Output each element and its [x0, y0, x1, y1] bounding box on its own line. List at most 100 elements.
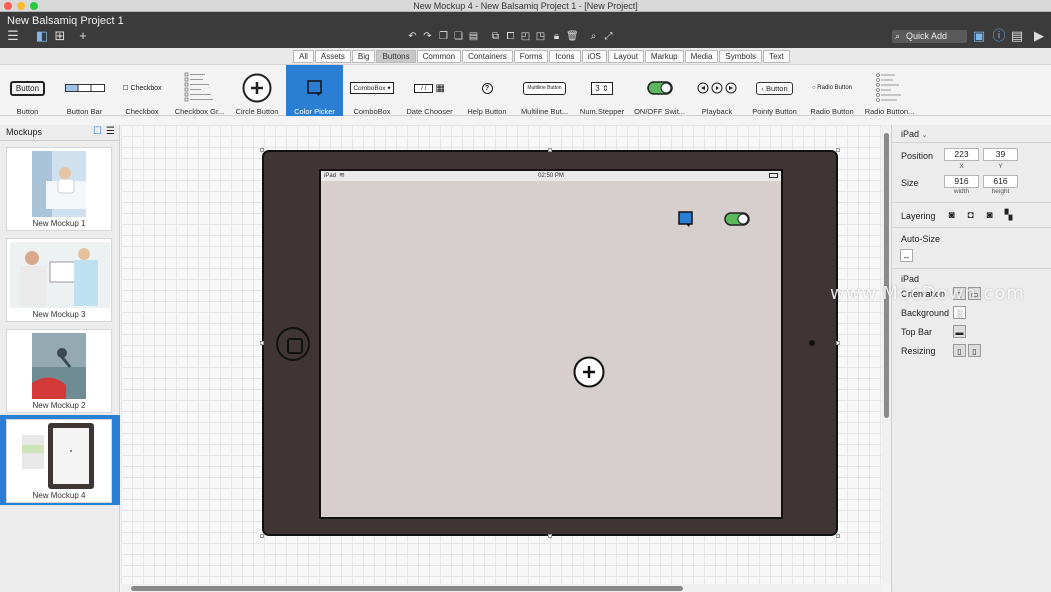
ipad-screen[interactable]: iPad ≋ 02:50 PM	[319, 169, 783, 519]
background-color-icon[interactable]: ░	[953, 306, 966, 319]
mockup-4-image	[22, 423, 94, 489]
bring-forward-icon[interactable]: ◘	[964, 209, 977, 222]
lib-item-button-bar[interactable]: Button Bar	[56, 65, 113, 116]
resize-handle[interactable]	[260, 341, 264, 345]
ipad-home-button	[276, 327, 310, 361]
clipboard-icon[interactable]: ▤	[468, 31, 479, 42]
resize-handle[interactable]	[836, 341, 840, 345]
undo-icon[interactable]: ↶	[407, 31, 418, 42]
trash-icon[interactable]: 🗑︎	[566, 31, 579, 42]
list-view-icon[interactable]: ☰	[106, 126, 115, 137]
resize-handle[interactable]	[836, 148, 840, 152]
bring-to-front-icon[interactable]: ◙	[945, 209, 958, 222]
canvas-horizontal-scrollbar[interactable]	[121, 584, 882, 592]
info-icon[interactable]: ⓘ	[992, 29, 1006, 43]
filter-tab-media[interactable]: Media	[684, 50, 719, 63]
redo-icon[interactable]: ↷	[422, 31, 433, 42]
send-back-icon[interactable]: ◳	[535, 31, 546, 42]
component-filter-bar: All Assets Big Buttons Common Containers Forms…	[0, 48, 1051, 65]
notes-icon[interactable]: ▤	[1010, 29, 1024, 43]
lib-item-circle-button[interactable]: Circle Button	[229, 65, 285, 116]
lib-item-num-stepper[interactable]: 3 ⇕ Num.Stepper	[574, 65, 630, 116]
grid-view-icon[interactable]: ⊞	[53, 29, 67, 43]
filter-tab-common[interactable]: Common	[416, 50, 462, 63]
search-icon[interactable]: ⌕	[588, 31, 599, 42]
fullscreen-icon[interactable]: ⤢	[603, 31, 614, 42]
lib-item-color-picker[interactable]: Color Picker	[286, 65, 343, 116]
mockups-panel-title: Mockups	[6, 127, 43, 137]
lib-item-on-off-switch[interactable]: ON/OFF Swit...	[631, 65, 688, 116]
filter-tab-symbols[interactable]: Symbols	[719, 50, 763, 63]
height-field[interactable]: 616	[983, 175, 1018, 188]
thumbnail-view-icon[interactable]: ☐	[93, 126, 102, 137]
resize-landscape-icon[interactable]: ▯	[968, 344, 981, 357]
lock-icon[interactable]: 🔒︎	[551, 31, 562, 42]
filter-tab-text[interactable]: Text	[763, 50, 790, 63]
y-field[interactable]: 39	[983, 148, 1018, 161]
x-field[interactable]: 223	[944, 148, 979, 161]
ungroup-icon[interactable]: ⧠	[505, 31, 516, 42]
resize-portrait-icon[interactable]: ▯	[953, 344, 966, 357]
canvas-vertical-scrollbar[interactable]	[882, 125, 891, 584]
ui-library-icon[interactable]: ▣	[972, 29, 986, 43]
filter-tab-containers[interactable]: Containers	[462, 50, 513, 63]
filter-tab-assets[interactable]: Assets	[314, 50, 351, 63]
lib-item-playback[interactable]: Playback	[689, 65, 745, 116]
x-label: X	[959, 163, 964, 170]
mockup-thumbnail[interactable]: New Mockup 1	[0, 147, 120, 237]
lib-item-help-button[interactable]: ? Help Button	[459, 65, 515, 116]
autosize-icon[interactable]: ↔	[900, 249, 913, 262]
resize-handle[interactable]	[548, 148, 552, 152]
ipad-device[interactable]: iPad ≋ 02:50 PM	[262, 150, 838, 536]
filter-tab-markup[interactable]: Markup	[644, 50, 684, 63]
inspector-component-name[interactable]: iPad ⌄	[901, 129, 927, 139]
lib-item-checkbox-group[interactable]: Checkbox Gr...	[171, 65, 228, 116]
resize-handle[interactable]	[836, 534, 840, 538]
calendar-icon: ▦	[435, 82, 445, 94]
filter-tab-icons[interactable]: Icons	[549, 50, 581, 63]
send-to-back-icon[interactable]: ▚	[1002, 209, 1015, 222]
lib-item-combobox[interactable]: ComboBox ▾ ComboBox	[344, 65, 400, 116]
autosize-label: Auto-Size	[901, 234, 941, 244]
hamburger-menu-icon[interactable]: ☰	[6, 29, 20, 43]
window-title: New Mockup 4 - New Balsamiq Project 1 - …	[413, 1, 638, 11]
resize-handle[interactable]	[260, 148, 264, 152]
filter-tab-layout[interactable]: Layout	[607, 50, 644, 63]
group-icon[interactable]: ⧉	[490, 31, 501, 42]
bring-front-icon[interactable]: ◰	[520, 31, 531, 42]
lib-item-radio-button[interactable]: ○ Radio Button Radio Button	[804, 65, 860, 116]
lib-item-multiline-button[interactable]: Multiline Button Multiline But...	[516, 65, 573, 116]
lib-item-checkbox[interactable]: ☐ Checkbox Checkbox	[114, 65, 170, 116]
copy-icon[interactable]: ❐	[438, 31, 449, 42]
panel-toggle-icon[interactable]: ◧	[35, 29, 49, 43]
quick-add-placeholder: Quick Add	[906, 31, 948, 41]
app-header: New Balsamiq Project 1 ☰ ◧ ⊞ + ↶ ↷ ❐ ❏ ▤…	[0, 12, 1051, 48]
color-picker-widget[interactable]	[678, 211, 694, 229]
width-field[interactable]: 916	[944, 175, 979, 188]
mockup-canvas[interactable]: iPad ≋ 02:50 PM	[121, 125, 882, 584]
filter-tab-all[interactable]: All	[293, 50, 314, 63]
add-mockup-icon[interactable]: +	[76, 29, 90, 43]
on-off-switch-widget[interactable]	[724, 212, 750, 227]
resize-handle[interactable]	[548, 534, 552, 538]
paste-icon[interactable]: ❏	[453, 31, 464, 42]
mockup-thumbnail[interactable]: New Mockup 3	[0, 238, 120, 328]
quick-add-input[interactable]: ⌕ Quick Add	[892, 30, 967, 43]
resize-handle[interactable]	[260, 534, 264, 538]
lib-item-button[interactable]: Button Button	[0, 65, 55, 116]
mockup-3-image	[10, 242, 110, 308]
circle-button-widget[interactable]	[572, 355, 606, 389]
filter-tab-ios[interactable]: iOS	[581, 50, 607, 63]
filter-tab-forms[interactable]: Forms	[513, 50, 549, 63]
search-icon: ⌕	[895, 31, 901, 41]
presentation-icon[interactable]: ▶	[1032, 29, 1046, 43]
lib-item-radio-button-group[interactable]: Radio Button...	[861, 65, 918, 116]
top-bar-icon[interactable]: ▬	[953, 325, 966, 338]
send-backward-icon[interactable]: ◙	[983, 209, 996, 222]
filter-tab-buttons[interactable]: Buttons	[376, 50, 416, 63]
mockup-thumbnail[interactable]: New Mockup 2	[0, 329, 120, 419]
filter-tab-big[interactable]: Big	[351, 50, 376, 63]
lib-item-date-chooser[interactable]: / / ▦ Date Chooser	[401, 65, 458, 117]
lib-item-pointy-button[interactable]: ‹ Button Pointy Button	[746, 65, 803, 116]
mockup-thumbnail-selected[interactable]: New Mockup 4	[0, 415, 120, 505]
